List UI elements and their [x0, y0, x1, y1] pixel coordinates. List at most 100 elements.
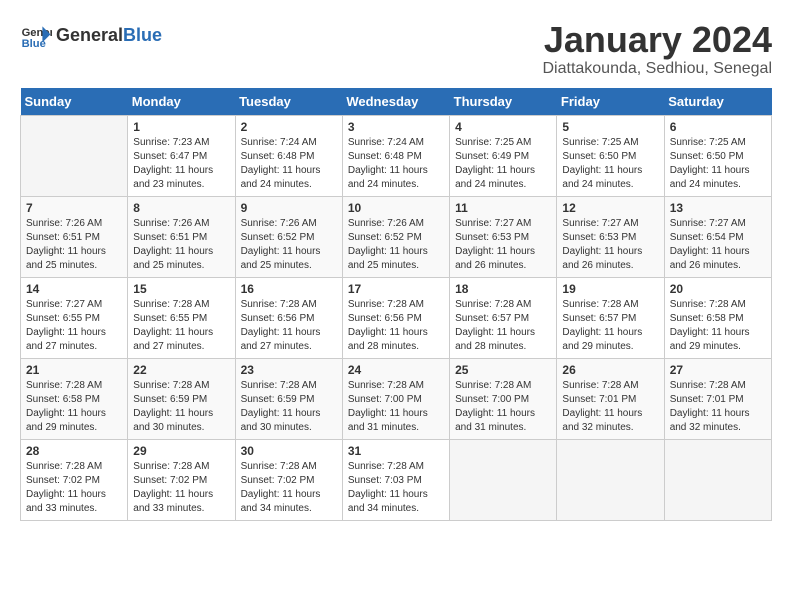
day-number: 13 — [670, 201, 766, 215]
calendar-cell — [557, 439, 664, 520]
logo: General Blue GeneralBlue — [20, 20, 162, 52]
logo-general-text: General — [56, 25, 123, 45]
day-number: 17 — [348, 282, 444, 296]
day-number: 8 — [133, 201, 229, 215]
logo-blue-text: Blue — [123, 25, 162, 45]
day-info: Sunrise: 7:27 AMSunset: 6:53 PMDaylight:… — [562, 217, 658, 273]
calendar-week-row: 1 Sunrise: 7:23 AMSunset: 6:47 PMDaylight… — [21, 115, 772, 196]
calendar-cell: 27Sunrise: 7:28 AMSunset: 7:01 PMDayligh… — [664, 358, 771, 439]
day-number: 16 — [241, 282, 337, 296]
calendar-table: SundayMondayTuesdayWednesdayThursdayFrid… — [20, 88, 772, 521]
day-info: Sunrise: 7:25 AMSunset: 6:50 PMDaylight:… — [670, 136, 766, 192]
day-number: 3 — [348, 120, 444, 134]
day-info: Sunrise: 7:28 AMSunset: 6:58 PMDaylight:… — [670, 298, 766, 354]
day-info: Sunrise: 7:28 AMSunset: 7:02 PMDaylight:… — [133, 460, 229, 516]
day-info: Sunrise: 7:26 AMSunset: 6:51 PMDaylight:… — [133, 217, 229, 273]
calendar-cell: 26 Sunrise: 7:28 AMSunset: 7:01 PMDayligh… — [557, 358, 664, 439]
calendar-cell: 28Sunrise: 7:28 AMSunset: 7:02 PMDayligh… — [21, 439, 128, 520]
day-number: 24 — [348, 363, 444, 377]
day-info: Sunrise: 7:26 AMSunset: 6:52 PMDaylight:… — [241, 217, 337, 273]
header-sunday: Sunday — [21, 88, 128, 116]
header-wednesday: Wednesday — [342, 88, 449, 116]
day-info: Sunrise: 7:25 AMSunset: 6:49 PMDaylight:… — [455, 136, 551, 192]
svg-text:Blue: Blue — [22, 38, 46, 50]
day-info: Sunrise: 7:28 AMSunset: 6:56 PMDaylight:… — [241, 298, 337, 354]
calendar-cell: 1 Sunrise: 7:23 AMSunset: 6:47 PMDaylight… — [128, 115, 235, 196]
day-info: Sunrise: 7:27 AMSunset: 6:54 PMDaylight:… — [670, 217, 766, 273]
day-number: 22 — [133, 363, 229, 377]
calendar-cell — [21, 115, 128, 196]
calendar-cell: 21Sunrise: 7:28 AMSunset: 6:58 PMDayligh… — [21, 358, 128, 439]
day-number: 4 — [455, 120, 551, 134]
day-info: Sunrise: 7:23 AMSunset: 6:47 PMDaylight:… — [133, 136, 229, 192]
calendar-cell: 13 Sunrise: 7:27 AMSunset: 6:54 PMDayligh… — [664, 196, 771, 277]
calendar-cell: 24 Sunrise: 7:28 AMSunset: 7:00 PMDayligh… — [342, 358, 449, 439]
day-number: 29 — [133, 444, 229, 458]
day-number: 6 — [670, 120, 766, 134]
day-info: Sunrise: 7:27 AMSunset: 6:53 PMDaylight:… — [455, 217, 551, 273]
day-info: Sunrise: 7:28 AMSunset: 6:56 PMDaylight:… — [348, 298, 444, 354]
calendar-cell: 2 Sunrise: 7:24 AMSunset: 6:48 PMDaylight… — [235, 115, 342, 196]
calendar-cell: 10 Sunrise: 7:26 AMSunset: 6:52 PMDayligh… — [342, 196, 449, 277]
calendar-cell: 17 Sunrise: 7:28 AMSunset: 6:56 PMDayligh… — [342, 277, 449, 358]
calendar-cell: 7Sunrise: 7:26 AMSunset: 6:51 PMDaylight… — [21, 196, 128, 277]
day-number: 12 — [562, 201, 658, 215]
calendar-cell — [450, 439, 557, 520]
day-info: Sunrise: 7:24 AMSunset: 6:48 PMDaylight:… — [348, 136, 444, 192]
header-thursday: Thursday — [450, 88, 557, 116]
day-number: 21 — [26, 363, 122, 377]
day-number: 23 — [241, 363, 337, 377]
day-number: 2 — [241, 120, 337, 134]
day-number: 28 — [26, 444, 122, 458]
day-number: 19 — [562, 282, 658, 296]
day-info: Sunrise: 7:28 AMSunset: 7:02 PMDaylight:… — [241, 460, 337, 516]
day-number: 25 — [455, 363, 551, 377]
day-number: 31 — [348, 444, 444, 458]
day-number: 20 — [670, 282, 766, 296]
day-number: 18 — [455, 282, 551, 296]
calendar-cell: 6 Sunrise: 7:25 AMSunset: 6:50 PMDaylight… — [664, 115, 771, 196]
day-info: Sunrise: 7:28 AMSunset: 6:55 PMDaylight:… — [133, 298, 229, 354]
day-info: Sunrise: 7:24 AMSunset: 6:48 PMDaylight:… — [241, 136, 337, 192]
calendar-cell: 12 Sunrise: 7:27 AMSunset: 6:53 PMDayligh… — [557, 196, 664, 277]
calendar-header-row: SundayMondayTuesdayWednesdayThursdayFrid… — [21, 88, 772, 116]
day-info: Sunrise: 7:28 AMSunset: 6:57 PMDaylight:… — [562, 298, 658, 354]
day-info: Sunrise: 7:26 AMSunset: 6:52 PMDaylight:… — [348, 217, 444, 273]
day-number: 15 — [133, 282, 229, 296]
calendar-cell — [664, 439, 771, 520]
day-info: Sunrise: 7:28 AMSunset: 7:00 PMDaylight:… — [455, 379, 551, 435]
day-number: 1 — [133, 120, 229, 134]
day-number: 5 — [562, 120, 658, 134]
calendar-cell: 23 Sunrise: 7:28 AMSunset: 6:59 PMDayligh… — [235, 358, 342, 439]
calendar-cell: 16 Sunrise: 7:28 AMSunset: 6:56 PMDayligh… — [235, 277, 342, 358]
day-info: Sunrise: 7:28 AMSunset: 6:59 PMDaylight:… — [133, 379, 229, 435]
calendar-cell: 25 Sunrise: 7:28 AMSunset: 7:00 PMDayligh… — [450, 358, 557, 439]
calendar-cell: 4 Sunrise: 7:25 AMSunset: 6:49 PMDaylight… — [450, 115, 557, 196]
calendar-body: 1 Sunrise: 7:23 AMSunset: 6:47 PMDaylight… — [21, 115, 772, 520]
calendar-week-row: 28 Sunrise: 7:28 AMSunset: 7:02 PMDayligh… — [21, 439, 772, 520]
day-number: 26 — [562, 363, 658, 377]
day-info: Sunrise: 7:28 AMSunset: 6:59 PMDaylight:… — [241, 379, 337, 435]
calendar-cell: 19 Sunrise: 7:28 AMSunset: 6:57 PMDayligh… — [557, 277, 664, 358]
header-tuesday: Tuesday — [235, 88, 342, 116]
calendar-cell: 18Sunrise: 7:28 AMSunset: 6:57 PMDayligh… — [450, 277, 557, 358]
calendar-cell: 31 Sunrise: 7:28 AMSunset: 7:03 PMDayligh… — [342, 439, 449, 520]
day-number: 11 — [455, 201, 551, 215]
day-info: Sunrise: 7:28 AMSunset: 7:00 PMDaylight:… — [348, 379, 444, 435]
calendar-cell: 8 Sunrise: 7:26 AMSunset: 6:51 PMDaylight… — [128, 196, 235, 277]
day-number: 10 — [348, 201, 444, 215]
calendar-cell: 20 Sunrise: 7:28 AMSunset: 6:58 PMDayligh… — [664, 277, 771, 358]
day-info: Sunrise: 7:28 AMSunset: 7:01 PMDaylight:… — [670, 379, 766, 435]
calendar-week-row: 7Sunrise: 7:26 AMSunset: 6:51 PMDaylight… — [21, 196, 772, 277]
page-header: General Blue GeneralBlue January 2024 Di… — [20, 20, 772, 78]
day-info: Sunrise: 7:28 AMSunset: 7:01 PMDaylight:… — [562, 379, 658, 435]
logo-icon: General Blue — [20, 20, 52, 52]
day-info: Sunrise: 7:28 AMSunset: 7:03 PMDaylight:… — [348, 460, 444, 516]
calendar-cell: 30 Sunrise: 7:28 AMSunset: 7:02 PMDayligh… — [235, 439, 342, 520]
day-number: 30 — [241, 444, 337, 458]
title-block: January 2024 Diattakounda, Sedhiou, Sene… — [542, 20, 772, 78]
location-title: Diattakounda, Sedhiou, Senegal — [542, 60, 772, 78]
calendar-cell: 11 Sunrise: 7:27 AMSunset: 6:53 PMDayligh… — [450, 196, 557, 277]
day-info: Sunrise: 7:25 AMSunset: 6:50 PMDaylight:… — [562, 136, 658, 192]
day-number: 14 — [26, 282, 122, 296]
